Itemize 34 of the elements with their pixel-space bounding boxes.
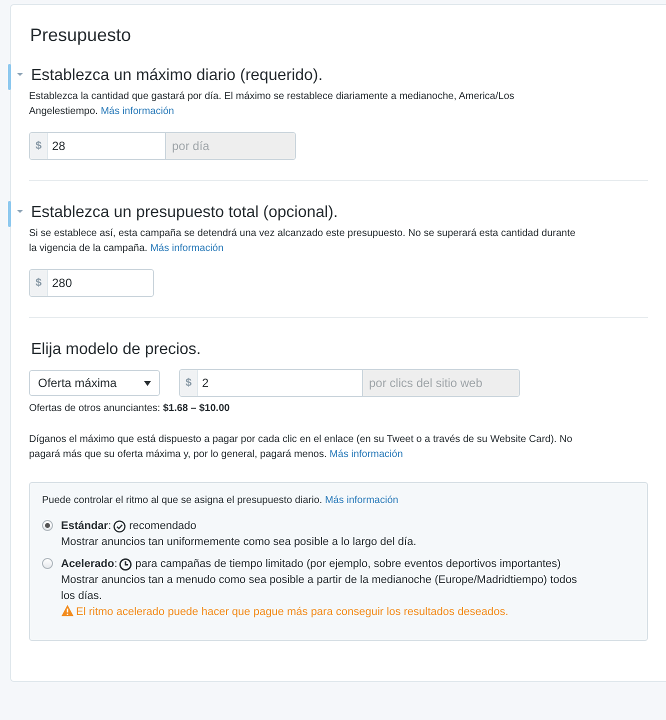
section-heading: Establezca un máximo diario (requerido). bbox=[31, 66, 324, 85]
option-label: Acelerado: bbox=[61, 557, 118, 572]
budget-field[interactable]: $ 28 por día bbox=[29, 132, 296, 160]
option-label: Estándar: bbox=[61, 519, 112, 534]
warning-text: El ritmo acelerado puede hacer que pague más para conseguir los resultados deseados. bbox=[76, 606, 508, 618]
budget-field[interactable]: $ 280 bbox=[29, 269, 154, 297]
section-marker bbox=[8, 201, 11, 227]
radio-button[interactable] bbox=[42, 558, 53, 569]
option-note: recomendado bbox=[129, 519, 196, 534]
caret-icon[interactable] bbox=[17, 73, 23, 76]
more-info-link[interactable]: Más información bbox=[330, 449, 403, 460]
option-description: Mostrar anuncios tan a menudo como sea posible a partir de la medianoche (Europe/Madridtiempo) todos los días. bbox=[61, 573, 578, 604]
more-info-link[interactable]: Más información bbox=[100, 106, 174, 117]
clock-icon bbox=[119, 558, 132, 571]
section-heading: Establezca un presupuesto total (opcional). bbox=[31, 203, 339, 222]
radio-button[interactable] bbox=[42, 520, 53, 531]
pricing-description: Díganos el máximo que está dispuesto a pagar por cada clic en el enlace (en su Tweet o a través de su Website Card). No pagará más que su oferta máxima y, por lo general, pagará menos. Más información bbox=[29, 433, 574, 462]
bid-field[interactable]: $ 2 por clics del sitio web bbox=[179, 369, 520, 397]
section-description: Si se establece así, esta campaña se detendrá una vez alcanzado este presupuesto. No se superará esta cantidad durante la vigencia de la campaña. Más información bbox=[29, 227, 576, 256]
section-marker bbox=[8, 64, 11, 90]
section-description: Establezca la cantidad que gastará por día. El máximo se restablece diariamente a medianoche, America/Los Angelestiempo. Más información bbox=[29, 90, 516, 119]
option-description: Mostrar anuncios tan uniformemente como sea posible a lo largo del día. bbox=[61, 535, 416, 550]
section-heading: Elija modelo de precios. bbox=[31, 340, 202, 359]
more-info-link[interactable]: Más información bbox=[324, 495, 398, 506]
page-title: Presupuesto bbox=[30, 25, 132, 46]
competing-bids-text: Ofertas de otros anunciantes: $1.68 – $10.00 bbox=[29, 403, 231, 414]
caret-icon[interactable] bbox=[17, 210, 23, 213]
check-circle-icon bbox=[113, 520, 126, 533]
more-info-link[interactable]: Más información bbox=[150, 243, 224, 254]
bid-type-dropdown[interactable]: Oferta máxima bbox=[29, 370, 160, 396]
warning-icon bbox=[61, 604, 74, 617]
option-note: para campañas de tiempo limitado (por ejemplo, sobre eventos deportivos importantes) bbox=[135, 557, 561, 572]
pacing-intro: Puede controlar el ritmo al que se asigna el presupuesto diario. Más información bbox=[42, 494, 400, 508]
caret-icon bbox=[144, 380, 151, 386]
